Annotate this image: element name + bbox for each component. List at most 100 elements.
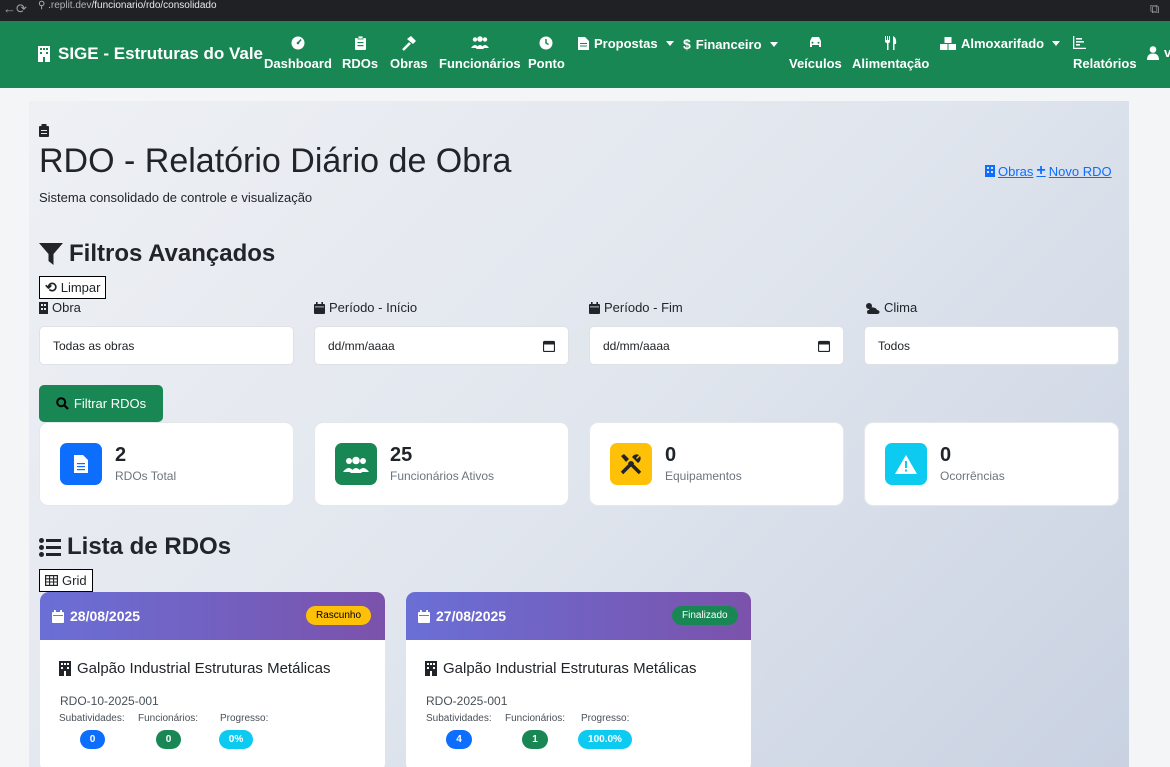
inicio-date-input[interactable]: dd/mm/aaaa [314,326,569,365]
user-name: v [1164,45,1170,60]
plus-icon: + [1036,162,1046,179]
funcionarios-pill: 0 [156,730,181,749]
clear-button[interactable]: ⟲ Limpar [39,276,107,299]
nav-label: Alimentação [852,56,930,71]
rdo-obra: Galpão Industrial Estruturas Metálicas [425,660,696,677]
calendar-icon [314,301,325,314]
filtrar-button[interactable]: Filtrar RDOs [39,385,163,422]
novo-rdo-label: Novo RDO [1048,163,1112,179]
filtrar-label: Filtrar RDOs [73,396,147,411]
calendar-icon [589,301,600,314]
list-title: Lista de RDOs [39,533,231,561]
rdo-card-header: 28/08/2025 Rascunho [40,592,385,640]
stat-label: Equipamentos [665,469,742,483]
nav-label: Financeiro [695,36,762,52]
clipboard-icon [39,124,49,142]
obra-label: Obra [39,300,81,315]
nav-label: Propostas [594,36,658,51]
stat-label: Ocorrências [940,469,1005,483]
nav-obras[interactable]: Obras [390,36,428,71]
obra-select[interactable]: Todas as obras [39,326,294,365]
stat-value: 25 [390,444,413,466]
nav-dashboard[interactable]: Dashboard [264,36,332,71]
user-menu[interactable]: v [1147,45,1170,60]
nav-label: Ponto [528,56,565,71]
url-host: .replit.dev [48,0,92,11]
extensions-icon[interactable]: ⧉ [1150,1,1159,17]
users-icon [343,456,369,473]
reload-icon[interactable]: ⟳ [16,1,27,17]
nav-ponto[interactable]: Ponto [528,36,565,71]
url-path: /funcionario/rdo/consolidado [91,0,217,11]
search-icon [56,397,69,410]
grid-view-button[interactable]: Grid [39,569,93,592]
novo-rdo-link[interactable]: + Novo RDO [1036,162,1111,180]
filters-title-text: Filtros Avançados [69,240,276,267]
stat-icon-bg [60,443,102,485]
header-links: Obras + Novo RDO [985,162,1112,180]
clima-label-text: Clima [884,300,918,315]
nav-funcionarios[interactable]: Funcionários [439,36,521,71]
grid-view-label: Grid [62,573,87,588]
clima-select[interactable]: Todos [864,326,1119,365]
dollar-icon: $ [683,36,691,52]
nav-propostas-dropdown[interactable]: Propostas [578,36,674,51]
stat-value: 0 [665,444,677,466]
nav-relatorios[interactable]: Relatórios [1073,36,1137,71]
brand-link[interactable]: SIGE - Estruturas do Vale [37,44,263,64]
status-badge: Finalizado [672,606,738,625]
calendar-picker-icon[interactable] [543,340,555,352]
obras-link[interactable]: Obras [985,164,1033,179]
nav-label: RDOs [342,56,379,71]
rdo-card[interactable]: 27/08/2025 Finalizado Galpão Industrial … [406,592,751,767]
fim-placeholder: dd/mm/aaaa [603,338,670,353]
status-badge: Rascunho [306,606,372,625]
obra-label-text: Obra [52,300,81,315]
caret-down-icon [769,41,778,47]
nav-veiculos[interactable]: Veículos [789,36,842,71]
rdo-obra: Galpão Industrial Estruturas Metálicas [59,660,330,677]
fim-date-input[interactable]: dd/mm/aaaa [589,326,844,365]
stat-icon-bg [885,443,927,485]
nav-alimentacao[interactable]: Alimentação [852,36,929,71]
car-icon [789,36,842,52]
calendar-picker-icon[interactable] [818,340,830,352]
nav-financeiro-dropdown[interactable]: $ Financeiro [683,36,778,52]
building-icon [39,301,48,314]
utensils-icon [852,36,929,52]
back-icon[interactable]: ← [3,1,16,16]
rdo-card[interactable]: 28/08/2025 Rascunho Galpão Industrial Es… [40,592,385,767]
clipboard-icon [342,36,378,52]
rdo-date: 27/08/2025 [418,608,506,624]
nav-almoxarifado-dropdown[interactable]: Almoxarifado [940,36,1061,51]
lock-icon: ⚲ [38,0,49,11]
building-icon [985,165,995,177]
progresso-label: Progresso: [220,713,269,724]
nav-label: Veículos [789,56,842,71]
rdo-code: RDO-2025-001 [426,694,508,708]
stat-icon-bg [335,443,377,485]
nav-label: Funcionários [439,56,521,71]
fim-label: Período - Fim [589,300,683,315]
nav-rdos[interactable]: RDOs [342,36,378,71]
refresh-icon: ⟲ [45,279,57,295]
funcionarios-label: Funcionários: [505,713,566,724]
building-icon [59,661,71,676]
subatividades-label: Subatividades: [426,713,492,724]
clock-icon [528,36,565,52]
nav-label: Relatórios [1073,56,1137,71]
tools-icon [620,454,642,475]
rdo-obra-text: Galpão Industrial Estruturas Metálicas [443,660,697,677]
table-icon [45,575,58,586]
clima-select-value: Todos [878,338,911,353]
subatividades-label: Subatividades: [59,713,125,724]
file-text-icon [74,455,88,473]
rdo-card-header: 27/08/2025 Finalizado [406,592,751,640]
chart-icon [1073,36,1137,52]
page-subtitle: Sistema consolidado de controle e visual… [39,190,313,205]
inicio-label-text: Período - Início [329,300,418,315]
obras-link-label: Obras [998,163,1034,179]
stat-label: Funcionários Ativos [390,469,495,483]
hammer-icon [390,36,428,52]
address-bar[interactable]: ⚲ .replit.dev/funcionario/rdo/consolidad… [38,0,217,14]
